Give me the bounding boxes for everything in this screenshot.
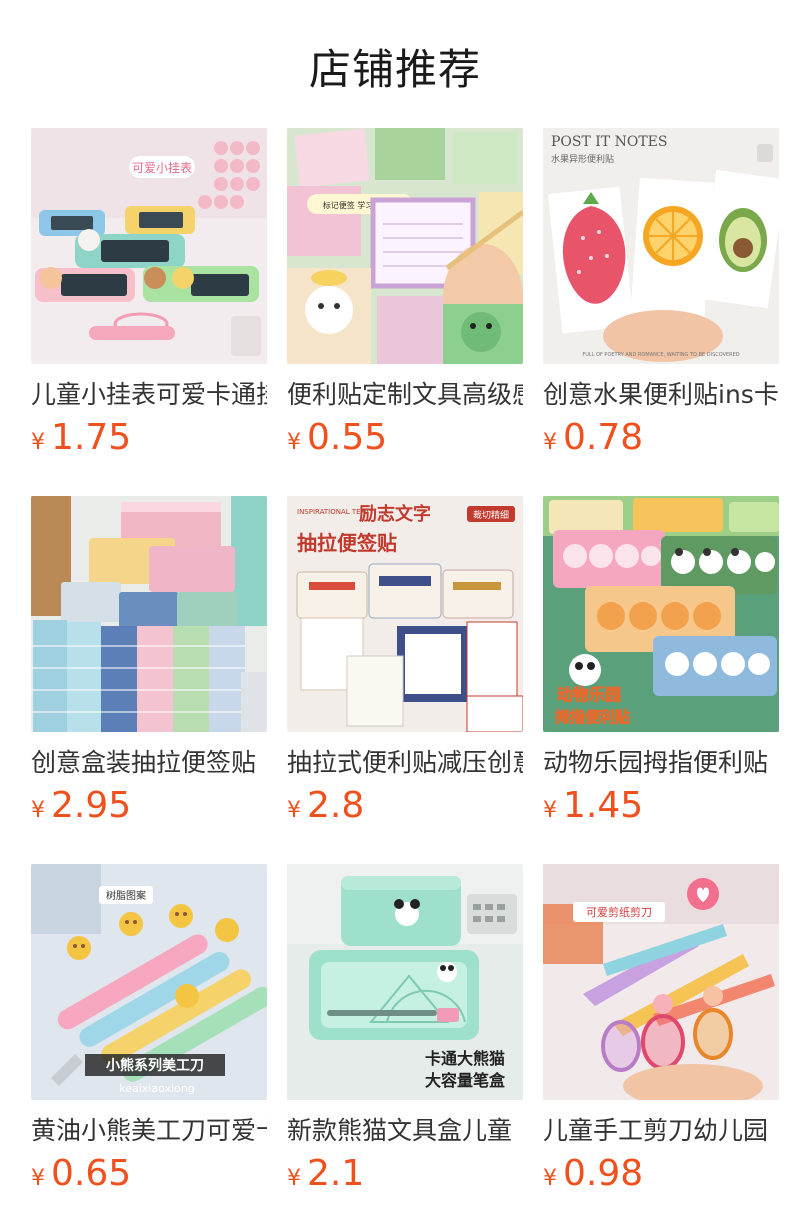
product-price: ¥2.95 — [31, 784, 267, 828]
product-title[interactable]: 动物乐园拇指便利贴 — [543, 746, 779, 780]
image-caption: 裁切精细 — [473, 509, 509, 521]
image-caption: 可爱剪纸剪刀 — [586, 905, 652, 919]
image-caption: 大容量笔盒 — [425, 1071, 506, 1090]
currency-symbol: ¥ — [543, 430, 557, 455]
product-title[interactable]: 儿童手工剪刀幼儿园 — [543, 1114, 779, 1148]
product-image-sticky-notes[interactable]: 标记便签 学习好帮手 — [287, 128, 523, 364]
price-value: 2.95 — [51, 785, 132, 826]
product-image-fruit-notes[interactable]: POST IT NOTES 水果异形便利贴 FULL OF POETRY AND… — [543, 128, 779, 364]
product-card[interactable]: INSPIRATIONAL TEXT 励志文字 抽拉便签贴 裁切精细 抽拉式便利… — [287, 496, 523, 828]
image-caption: 拇指便利贴 — [555, 708, 630, 726]
image-caption: keaixiaoxiong — [119, 1082, 195, 1095]
price-value: 1.45 — [563, 785, 644, 826]
currency-symbol: ¥ — [31, 430, 45, 455]
product-image-clock-keychain[interactable]: 可爱小挂表 — [31, 128, 267, 364]
product-title[interactable]: 抽拉式便利贴减压创意 — [287, 746, 523, 780]
product-card[interactable]: 树脂图案 小熊系列美工刀 keaixiaoxiong 黄油小熊美工刀可爱卡通 ¥… — [31, 864, 267, 1196]
price-value: 0.78 — [563, 417, 644, 458]
product-image-bear-cutters[interactable]: 树脂图案 小熊系列美工刀 keaixiaoxiong — [31, 864, 267, 1100]
price-value: 2.8 — [307, 785, 365, 826]
price-value: 1.75 — [51, 417, 132, 458]
currency-symbol: ¥ — [543, 798, 557, 823]
price-value: 0.55 — [307, 417, 388, 458]
product-price: ¥0.55 — [287, 416, 523, 460]
image-caption: POST IT NOTES — [551, 134, 667, 150]
product-title[interactable]: 便利贴定制文具高级感 — [287, 378, 523, 412]
product-card[interactable]: 动物乐园 拇指便利贴 动物乐园拇指便利贴 ¥1.45 — [543, 496, 779, 828]
product-price: ¥2.1 — [287, 1152, 523, 1196]
price-value: 0.98 — [563, 1153, 644, 1194]
currency-symbol: ¥ — [31, 1166, 45, 1191]
product-image-box-notes[interactable] — [31, 496, 267, 732]
product-card[interactable]: POST IT NOTES 水果异形便利贴 FULL OF POETRY AND… — [543, 128, 779, 460]
product-price: ¥0.78 — [543, 416, 779, 460]
currency-symbol: ¥ — [287, 430, 301, 455]
product-card[interactable]: 可爱小挂表 儿童小挂表可爱卡通挂件 ¥1.75 — [31, 128, 267, 460]
product-card[interactable]: 创意盒装抽拉便签贴 ¥2.95 — [31, 496, 267, 828]
image-caption: 水果异形便利贴 — [551, 153, 614, 165]
image-caption: 树脂图案 — [106, 889, 146, 902]
currency-symbol: ¥ — [287, 1166, 301, 1191]
product-title[interactable]: 黄油小熊美工刀可爱卡通 — [31, 1114, 267, 1148]
product-image-animal-notes[interactable]: 动物乐园 拇指便利贴 — [543, 496, 779, 732]
page-title: 店铺推荐 — [308, 45, 481, 94]
product-card[interactable]: 可爱剪纸剪刀 儿童手工剪刀幼儿园 ¥0.98 — [543, 864, 779, 1196]
product-price: ¥0.65 — [31, 1152, 267, 1196]
price-value: 2.1 — [307, 1153, 365, 1194]
price-value: 0.65 — [51, 1153, 132, 1194]
currency-symbol: ¥ — [543, 1166, 557, 1191]
image-caption: 可爱小挂表 — [132, 161, 192, 175]
product-price: ¥2.8 — [287, 784, 523, 828]
product-card[interactable]: 标记便签 学习好帮手 便利贴定制文具高级感 ¥0.55 — [287, 128, 523, 460]
image-caption: 动物乐园 — [557, 685, 621, 704]
image-caption: 小熊系列美工刀 — [106, 1057, 204, 1074]
product-title[interactable]: 儿童小挂表可爱卡通挂件 — [31, 378, 267, 412]
product-price: ¥0.98 — [543, 1152, 779, 1196]
currency-symbol: ¥ — [287, 798, 301, 823]
product-card[interactable]: 卡通大熊猫 大容量笔盒 新款熊猫文具盒儿童 ¥2.1 — [287, 864, 523, 1196]
product-image-panda-pencil-case[interactable]: 卡通大熊猫 大容量笔盒 — [287, 864, 523, 1100]
product-title[interactable]: 新款熊猫文具盒儿童 — [287, 1114, 523, 1148]
product-price: ¥1.75 — [31, 416, 267, 460]
image-caption: 励志文字 — [359, 503, 431, 525]
image-caption: FULL OF POETRY AND ROMANCE, WAITING TO B… — [582, 352, 739, 358]
product-image-pullout-notes[interactable]: INSPIRATIONAL TEXT 励志文字 抽拉便签贴 裁切精细 — [287, 496, 523, 732]
image-caption: 抽拉便签贴 — [297, 531, 397, 555]
product-image-kids-scissors[interactable]: 可爱剪纸剪刀 — [543, 864, 779, 1100]
image-caption: 卡通大熊猫 — [425, 1049, 505, 1068]
product-title[interactable]: 创意盒装抽拉便签贴 — [31, 746, 267, 780]
currency-symbol: ¥ — [31, 798, 45, 823]
product-title[interactable]: 创意水果便利贴ins卡通 — [543, 378, 779, 412]
product-price: ¥1.45 — [543, 784, 779, 828]
